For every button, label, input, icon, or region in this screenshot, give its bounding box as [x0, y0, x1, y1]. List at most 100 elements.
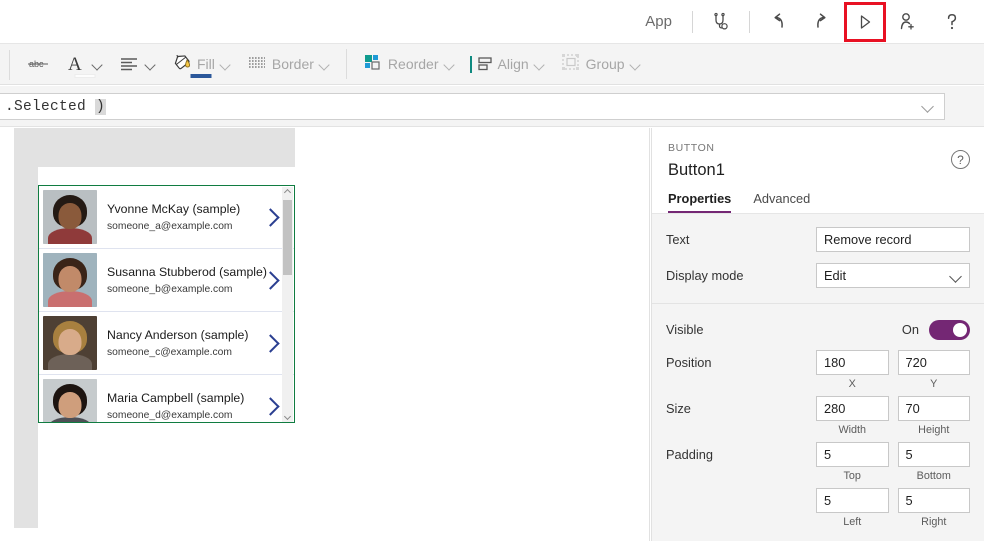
size-width-caption: Width [816, 424, 889, 436]
chevron-down-icon [146, 59, 157, 70]
size-fields: 280 Width 70 Height [816, 396, 970, 442]
font-color-swatch [74, 74, 95, 78]
fill-color-swatch [191, 74, 212, 78]
formula-input[interactable]: .Selected ) [0, 93, 945, 120]
align-text-icon[interactable] [111, 44, 164, 85]
svg-text:A: A [68, 54, 82, 75]
position-y-caption: Y [898, 378, 971, 390]
chevron-right-icon[interactable] [258, 204, 284, 230]
list-item-email: someone_b@example.com [107, 282, 258, 297]
tab-properties[interactable]: Properties [668, 191, 731, 213]
app-menu-label[interactable]: App [631, 0, 686, 44]
border-icon [246, 53, 268, 76]
gallery-scrollbar[interactable] [282, 187, 293, 422]
fill-label: Fill [197, 56, 215, 72]
ribbon-left-rule [9, 50, 10, 80]
list-item-name: Yvonne McKay (sample) [107, 201, 258, 217]
size-height-input[interactable]: 70 [898, 396, 971, 421]
chevron-down-icon [221, 59, 232, 70]
position-label: Position [666, 350, 816, 370]
chevron-right-icon[interactable] [258, 393, 284, 419]
border-button[interactable]: Border [239, 44, 338, 85]
chevron-down-icon[interactable] [921, 99, 937, 115]
list-item[interactable]: Yvonne McKay (sample) someone_a@example.… [39, 186, 294, 249]
align-button[interactable]: Align [463, 44, 553, 85]
toolbar-divider [692, 11, 693, 33]
app-canvas[interactable]: Yvonne McKay (sample) someone_a@example.… [0, 128, 650, 541]
size-property-row: Size 280 Width 70 Height [666, 396, 970, 442]
display-mode-property-row: Display mode Edit [666, 260, 970, 291]
reorder-label: Reorder [388, 56, 439, 72]
list-item-email: someone_c@example.com [107, 345, 258, 360]
strikethrough-abc-icon[interactable]: abc [20, 44, 58, 85]
text-label: Text [666, 232, 816, 247]
avatar [43, 316, 97, 370]
app-checker-icon[interactable] [702, 5, 740, 39]
chevron-right-icon[interactable] [258, 330, 284, 356]
position-x-input[interactable]: 180 [816, 350, 889, 375]
reorder-button[interactable]: Reorder [355, 44, 463, 85]
scrollbar-thumb[interactable] [283, 200, 292, 275]
list-item[interactable]: Susanna Stubberod (sample) someone_b@exa… [39, 249, 294, 312]
padding-left-input[interactable]: 5 [816, 488, 889, 513]
display-mode-label: Display mode [666, 268, 816, 283]
avatar [43, 190, 97, 244]
paint-bucket-icon [171, 51, 193, 78]
padding-top-input[interactable]: 5 [816, 442, 889, 467]
help-icon[interactable] [933, 5, 971, 39]
basic-properties-section: Text Remove record Display mode Edit [652, 214, 984, 304]
display-mode-value: Edit [824, 268, 846, 283]
undo-icon[interactable] [759, 5, 797, 39]
question-circle-icon[interactable]: ? [951, 150, 970, 169]
size-height-cell: 70 Height [898, 396, 971, 442]
list-item-text: Nancy Anderson (sample) someone_c@exampl… [107, 327, 258, 360]
properties-panel: BUTTON Button1 ? Properties Advanced Tex… [651, 128, 984, 541]
list-item-email: someone_a@example.com [107, 219, 258, 234]
properties-panel-tabs: Properties Advanced [668, 191, 810, 213]
share-person-icon[interactable] [889, 5, 927, 39]
list-item[interactable]: Nancy Anderson (sample) someone_c@exampl… [39, 312, 294, 375]
list-item-text: Yvonne McKay (sample) someone_a@example.… [107, 201, 258, 234]
toggle-knob [953, 323, 967, 337]
control-name-title: Button1 [668, 159, 968, 181]
position-y-cell: 720 Y [898, 350, 971, 396]
group-button[interactable]: Group [553, 44, 649, 85]
border-label: Border [272, 56, 314, 72]
padding-bottom-input[interactable]: 5 [898, 442, 971, 467]
display-mode-select[interactable]: Edit [816, 263, 970, 288]
formula-text: .Selected [5, 99, 95, 115]
fill-button[interactable]: Fill [164, 44, 239, 85]
chevron-down-icon [535, 59, 546, 70]
gallery-control[interactable]: Yvonne McKay (sample) someone_a@example.… [38, 185, 295, 423]
padding-bottom-caption: Bottom [898, 470, 971, 482]
preview-play-icon[interactable] [847, 5, 883, 39]
padding-left-caption: Left [816, 516, 889, 528]
align-label: Align [498, 56, 529, 72]
list-item-name: Maria Campbell (sample) [107, 390, 258, 406]
list-item-name: Nancy Anderson (sample) [107, 327, 258, 343]
chevron-right-icon[interactable] [258, 267, 284, 293]
toolbar-divider [749, 11, 750, 33]
group-icon [560, 52, 582, 77]
chevron-down-icon [631, 59, 642, 70]
padding-fields: 5 Top 5 Left 5 Bottom 5 Right [816, 442, 970, 534]
tab-advanced[interactable]: Advanced [753, 191, 810, 213]
ribbon-divider [346, 49, 347, 79]
padding-right-input[interactable]: 5 [898, 488, 971, 513]
scroll-up-arrow-icon[interactable] [284, 189, 291, 196]
text-input[interactable]: Remove record [816, 227, 970, 252]
chevron-down-icon [950, 270, 962, 282]
padding-label: Padding [666, 442, 816, 462]
formula-highlighted-paren: ) [95, 99, 106, 115]
redo-icon[interactable] [803, 5, 841, 39]
list-item[interactable]: Maria Campbell (sample) someone_d@exampl… [39, 375, 294, 423]
reorder-icon [362, 52, 384, 77]
size-width-input[interactable]: 280 [816, 396, 889, 421]
scroll-down-arrow-icon[interactable] [284, 413, 291, 420]
visible-toggle[interactable] [929, 320, 970, 340]
size-width-cell: 280 Width [816, 396, 889, 442]
position-property-row: Position 180 X 720 Y [666, 350, 970, 396]
font-color-a-icon[interactable]: A [58, 44, 111, 85]
format-ribbon: abc A [0, 44, 984, 85]
position-y-input[interactable]: 720 [898, 350, 971, 375]
